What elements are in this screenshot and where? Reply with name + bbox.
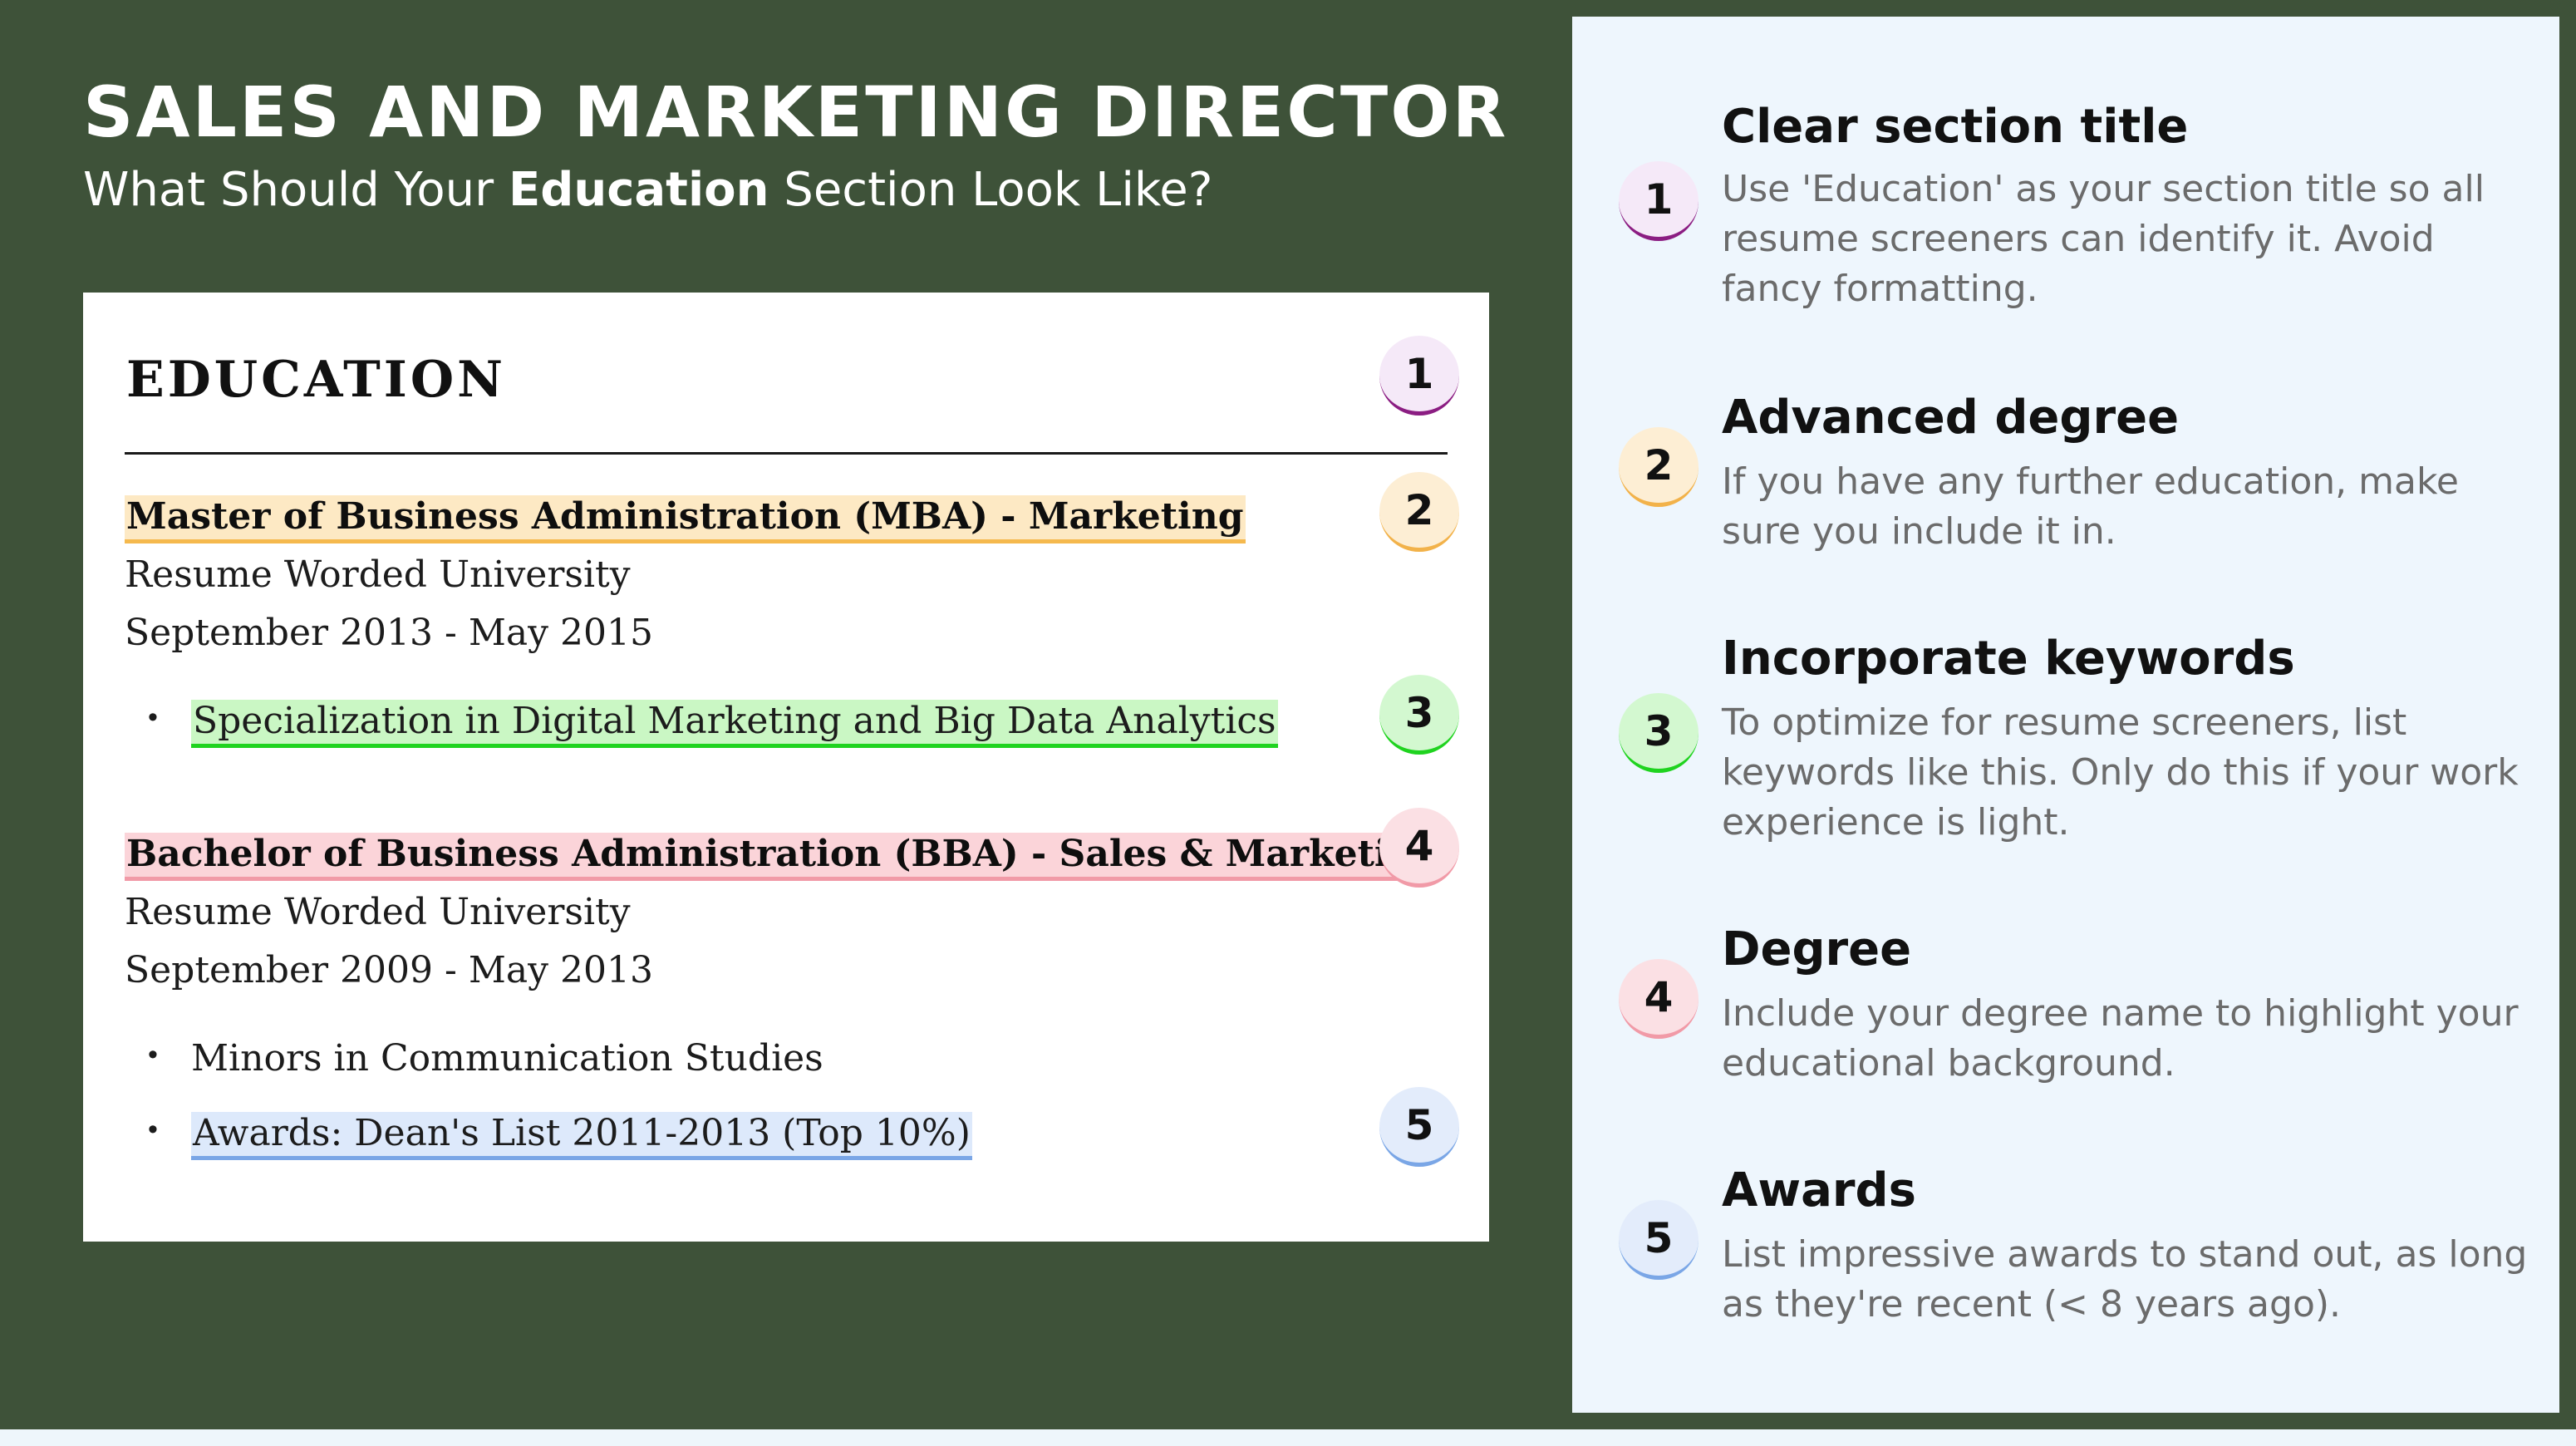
section-divider xyxy=(125,452,1448,455)
resume-education-card: EDUCATION 1 Master of Business Administr… xyxy=(83,293,1489,1242)
badge-3-callout: 3 xyxy=(1379,675,1459,755)
school-name-2: Resume Worded University xyxy=(125,891,631,933)
specialization-bullet: Specialization in Digital Marketing and … xyxy=(191,696,1278,748)
badge-4-callout: 4 xyxy=(1379,808,1459,888)
bottom-strip xyxy=(0,1429,2576,1446)
bullet-marker: • xyxy=(148,701,158,733)
page-subtitle: What Should Your Education Section Look … xyxy=(83,163,1212,217)
tip-title-4: Degree xyxy=(1722,922,1912,976)
subtitle-suffix: Section Look Like? xyxy=(769,163,1213,217)
education-section-title: EDUCATION xyxy=(126,351,506,409)
subtitle-prefix: What Should Your xyxy=(83,163,509,217)
tip-title-3: Incorporate keywords xyxy=(1722,632,2295,686)
tip-badge-1: 1 xyxy=(1619,161,1698,241)
badge-2-callout: 2 xyxy=(1379,472,1459,552)
education-dates-1: September 2013 - May 2015 xyxy=(125,612,653,654)
degree-mba-text: Master of Business Administration (MBA) … xyxy=(125,495,1246,543)
tip-title-1: Clear section title xyxy=(1722,100,2189,154)
subtitle-emphasis: Education xyxy=(508,163,769,217)
awards-bullet: Awards: Dean's List 2011-2013 (Top 10%) xyxy=(191,1109,972,1160)
tip-text-4: Include your degree name to highlight yo… xyxy=(1722,992,2519,1084)
degree-mba: Master of Business Administration (MBA) … xyxy=(125,492,1246,543)
education-dates-2: September 2009 - May 2013 xyxy=(125,949,653,991)
bullet-marker: • xyxy=(148,1114,158,1145)
bullet-marker: • xyxy=(148,1039,158,1070)
degree-bba: Bachelor of Business Administration (BBA… xyxy=(125,829,1443,881)
awards-text: Awards: Dean's List 2011-2013 (Top 10%) xyxy=(191,1112,972,1160)
badge-5-callout: 5 xyxy=(1379,1087,1459,1167)
tip-text-3: To optimize for resume screeners, list k… xyxy=(1722,701,2519,844)
tip-badge-5: 5 xyxy=(1619,1200,1698,1280)
tip-badge-3: 3 xyxy=(1619,693,1698,773)
degree-bba-text: Bachelor of Business Administration (BBA… xyxy=(125,833,1443,881)
school-name-1: Resume Worded University xyxy=(125,553,631,596)
tips-panel: 1 Clear section title Use 'Education' as… xyxy=(1572,17,2559,1413)
specialization-text: Specialization in Digital Marketing and … xyxy=(191,700,1278,748)
tip-text-5: List impressive awards to stand out, as … xyxy=(1722,1233,2528,1326)
page-title: SALES AND MARKETING DIRECTOR xyxy=(83,71,1509,153)
tip-badge-2: 2 xyxy=(1619,427,1698,507)
tip-title-2: Advanced degree xyxy=(1722,391,2180,445)
tip-title-5: Awards xyxy=(1722,1163,1916,1217)
tip-badge-4: 4 xyxy=(1619,959,1698,1039)
tip-text-1: Use 'Education' as your section title so… xyxy=(1722,168,2485,310)
minors-bullet: Minors in Communication Studies xyxy=(191,1037,823,1080)
tip-text-2: If you have any further education, make … xyxy=(1722,460,2459,553)
badge-1-callout: 1 xyxy=(1379,336,1459,416)
